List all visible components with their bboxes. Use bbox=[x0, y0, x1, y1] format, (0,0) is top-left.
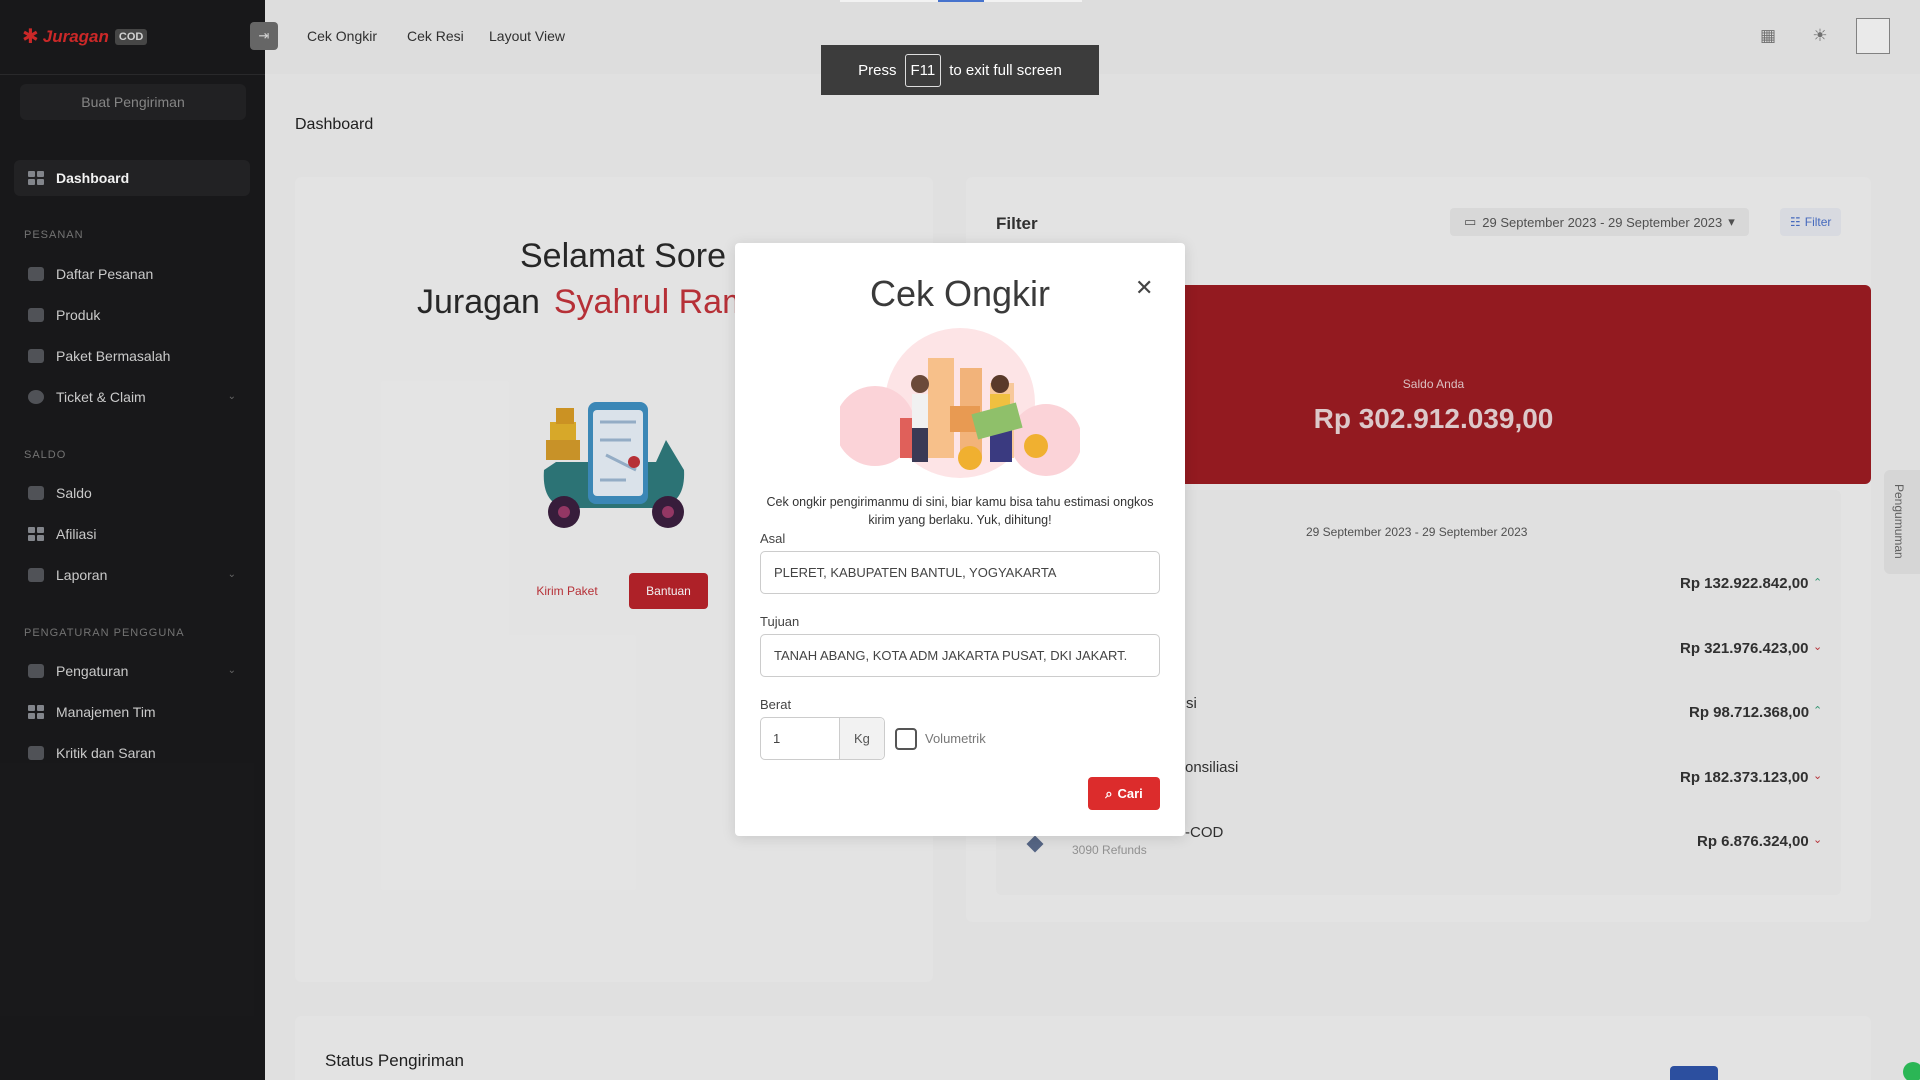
cek-ongkir-modal: Cek Ongkir ✕ Cek ongkir pengirimanmu di … bbox=[735, 243, 1185, 836]
toast-pre: Press bbox=[858, 61, 897, 79]
origin-input[interactable]: PLERET, KABUPATEN BANTUL, YOGYAKARTA bbox=[760, 551, 1160, 594]
search-icon: ⌕ bbox=[1105, 785, 1113, 801]
search-button-label: Cari bbox=[1117, 786, 1143, 801]
weight-label: Berat bbox=[760, 697, 792, 712]
modal-title: Cek Ongkir bbox=[869, 273, 1051, 314]
destination-input[interactable]: TANAH ABANG, KOTA ADM JAKARTA PUSAT, DKI… bbox=[760, 634, 1160, 677]
volumetric-label[interactable]: Volumetrik bbox=[925, 731, 986, 746]
close-icon[interactable]: ✕ bbox=[1135, 277, 1153, 299]
shipping-cost-illustration bbox=[840, 328, 1080, 478]
weight-input[interactable]: 1 bbox=[761, 718, 840, 759]
weight-field: 1 Kg bbox=[760, 717, 885, 760]
toast-post: to exit full screen bbox=[949, 61, 1062, 79]
modal-description: Cek ongkir pengirimanmu di sini, biar ka… bbox=[766, 495, 1154, 527]
destination-label: Tujuan bbox=[760, 614, 800, 629]
fullscreen-toast: Press F11 to exit full screen bbox=[821, 45, 1099, 95]
weight-unit: Kg bbox=[839, 718, 884, 759]
origin-label: Asal bbox=[760, 531, 786, 546]
toast-key: F11 bbox=[904, 53, 942, 87]
search-button[interactable]: ⌕ Cari bbox=[1088, 777, 1160, 810]
volumetric-checkbox[interactable] bbox=[895, 728, 917, 750]
